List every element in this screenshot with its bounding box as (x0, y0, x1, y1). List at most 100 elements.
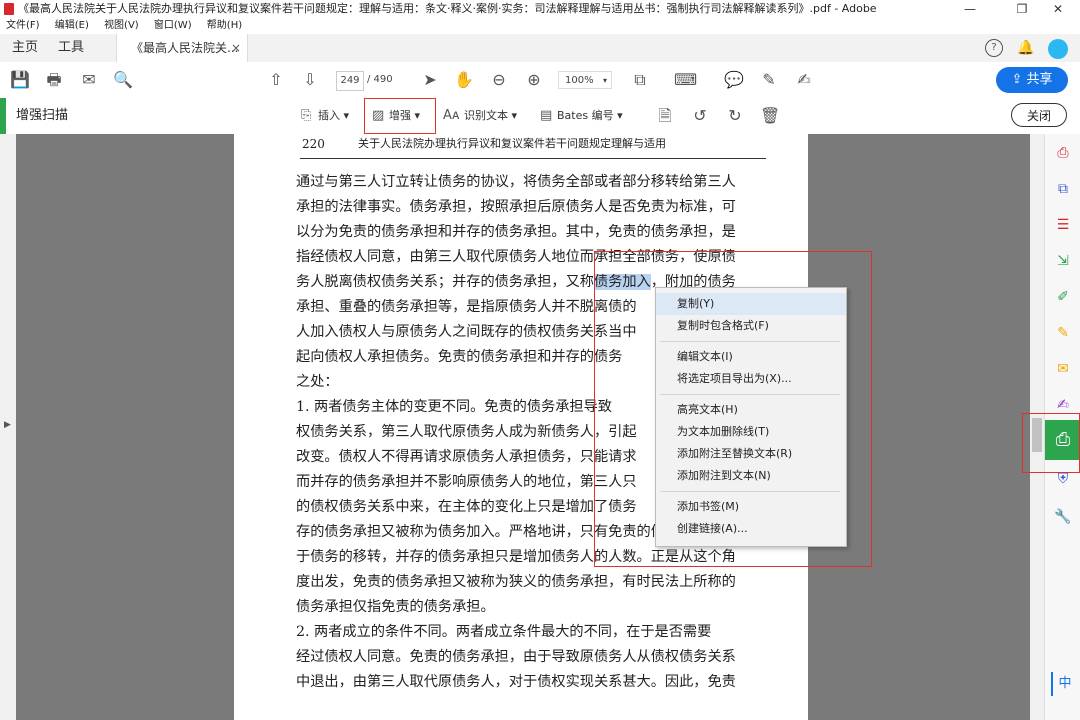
enhance-highlight-box (364, 98, 436, 134)
hand-tool-icon[interactable]: ✋ (454, 70, 474, 90)
rotate-right-icon[interactable]: ↻ (725, 106, 745, 126)
menu-item-add-bookmark[interactable]: 添加书签(M) (656, 496, 846, 518)
text-line[interactable]: 中退出，由第三人取代原债务人，对于债权实现关系甚大。因此，免责 (296, 672, 766, 692)
fill-sign-icon[interactable]: ✎ (1054, 324, 1072, 342)
share-label: 共享 (1026, 72, 1053, 87)
menu-file[interactable]: 文件(F) (6, 20, 40, 31)
text-line[interactable]: 通过与第三人订立转让债务的协议，将债务全部或者部分移转给第三人 (296, 172, 766, 192)
menu-item-add-note[interactable]: 添加附注到文本(N) (656, 465, 846, 487)
zoom-out-icon[interactable]: ⊖ (489, 70, 509, 90)
sign-icon[interactable]: ✍ (794, 70, 814, 90)
avatar[interactable] (1048, 39, 1068, 59)
text-line[interactable]: 2. 两者成立的条件不同。两者成立条件最大的不同，在于是否需要 (296, 622, 766, 642)
rotate-left-icon[interactable]: ↺ (690, 106, 710, 126)
language-indicator[interactable]: 中 (1051, 672, 1077, 696)
search-icon[interactable]: 🔍 (113, 70, 133, 90)
tab-bar: 主页 工具 《最高人民法院关... × ? 🔔 (0, 34, 1080, 63)
left-panel-strip[interactable]: ▶ (0, 134, 16, 720)
text-line-start: 务人脱离债权债务关系；并存的债务承担，又称 (296, 274, 594, 290)
signature-tool-icon[interactable]: ✍ (1054, 396, 1072, 414)
recognize-text-button[interactable]: Aᴀ 识别文本 ▾ (443, 107, 517, 125)
zoom-in-icon[interactable]: ⊕ (524, 70, 544, 90)
close-window-button[interactable]: ✕ (1036, 0, 1080, 18)
menu-item-edit-text[interactable]: 编辑文本(I) (656, 346, 846, 368)
menu-window[interactable]: 窗口(W) (154, 20, 192, 31)
page-search-icon[interactable]: 🗎 (655, 106, 675, 126)
menu-item-strikethrough[interactable]: 为文本加删除线(T) (656, 421, 846, 443)
menu-item-create-link[interactable]: 创建链接(A)... (656, 518, 846, 540)
menu-item-replace-note[interactable]: 添加附注至替换文本(R) (656, 443, 846, 465)
text-line[interactable]: 度出发，免责的债务承担又被称为狭义的债务承担，有时民法上所称的 (296, 572, 766, 592)
menu-separator (660, 491, 840, 492)
document-viewer[interactable]: ▶ 220 关于人民法院办理执行异议和复议案件若干问题规定理解与适用 通过与第三… (0, 134, 1044, 720)
email-icon[interactable]: ✉ (79, 70, 99, 90)
page-layout-icon[interactable]: ⧉ (630, 70, 650, 90)
share-icon: ⇪ (1011, 72, 1023, 87)
delete-icon[interactable]: 🗑 (760, 106, 780, 126)
text-line[interactable]: 承担的法律事实。债务承担，按照承担后原债务人是否免责为标准，可 (296, 197, 766, 217)
help-icon[interactable]: ? (985, 39, 1003, 57)
bates-number-button[interactable]: ▤ Bates 编号 ▾ (540, 107, 623, 125)
export-pdf-icon[interactable]: ⇲ (1054, 252, 1072, 270)
menu-item-copy-with-format[interactable]: 复制时包含格式(F) (656, 315, 846, 337)
zoom-select[interactable]: 100% ▾ (558, 71, 612, 89)
acrobat-app-icon (4, 3, 14, 15)
previous-page-icon[interactable]: ⇧ (266, 70, 286, 90)
keyboard-icon[interactable]: ⌨ (674, 70, 697, 90)
recognize-text-label: 识别文本 (464, 109, 508, 122)
menu-edit[interactable]: 编辑(E) (55, 20, 89, 31)
edit-pdf-icon[interactable]: ✐ (1054, 288, 1072, 306)
tool-name: 增强扫描 (16, 108, 69, 123)
chevron-down-icon: ▾ (602, 76, 607, 85)
select-cursor-icon[interactable]: ➤ (420, 70, 440, 90)
menu-separator (660, 394, 840, 395)
menu-view[interactable]: 视图(V) (104, 20, 139, 31)
menu-bar: 文件(F) 编辑(E) 视图(V) 窗口(W) 帮助(H) (0, 18, 1080, 34)
context-menu: 复制(Y) 复制时包含格式(F) 编辑文本(I) 将选定项目导出为(X)... … (655, 287, 847, 547)
running-header-title: 关于人民法院办理执行异议和复议案件若干问题规定理解与适用 (358, 137, 666, 150)
window-title: 《最高人民法院关于人民法院办理执行异议和复议案件若干问题规定：理解与适用：条文·… (18, 2, 878, 15)
text-line[interactable]: 债务承担仅指免责的债务承担。 (296, 597, 766, 617)
bates-label: Bates 编号 (557, 109, 614, 122)
text-recognition-icon: Aᴀ (443, 108, 460, 123)
print-icon[interactable]: 🖶 (44, 70, 64, 90)
text-line[interactable]: 经过债权人同意。免责的债务承担，由于导致原债务人从债权债务关系 (296, 647, 766, 667)
menu-item-export-selection[interactable]: 将选定项目导出为(X)... (656, 368, 846, 390)
insert-page-icon: ⎘ (301, 108, 312, 123)
notification-bell-icon[interactable]: 🔔 (1017, 40, 1034, 56)
insert-label: 插入 (318, 109, 340, 122)
share-button[interactable]: ⇪ 共享 (996, 67, 1068, 93)
bates-icon: ▤ (540, 108, 553, 123)
tab-document[interactable]: 《最高人民法院关... × (116, 34, 248, 62)
comment-tool-icon[interactable]: ✉ (1054, 360, 1072, 378)
menu-item-copy[interactable]: 复制(Y) (656, 293, 846, 315)
tab-tools[interactable]: 工具 (58, 34, 84, 62)
page-total: / 490 (367, 74, 393, 85)
tool-highlight-box (1022, 413, 1080, 473)
title-bar: 《最高人民法院关于人民法院办理执行异议和复议案件若干问题规定：理解与适用：条文·… (0, 0, 1080, 18)
more-tools-icon[interactable]: 🔧 (1054, 508, 1072, 526)
menu-item-highlight[interactable]: 高亮文本(H) (656, 399, 846, 421)
text-line[interactable]: 以分为免责的债务承担和并存的债务承担。其中，免责的债务承担，是 (296, 222, 766, 242)
insert-button[interactable]: ⎘ 插入 ▾ (301, 107, 349, 125)
main-toolbar: 💾 🖶 ✉ 🔍 ⇧ ⇩ 249 / 490 ➤ ✋ ⊖ ⊕ 100% ▾ ⧉ ⌨… (0, 62, 1080, 99)
page-number-input[interactable]: 249 (336, 71, 364, 91)
expand-panel-icon[interactable]: ▶ (4, 420, 11, 430)
tab-document-label: 《最高人民法院关... (131, 41, 239, 55)
save-icon[interactable]: 💾 (10, 70, 30, 90)
combine-files-icon[interactable]: ⧉ (1054, 180, 1072, 198)
highlight-pen-icon[interactable]: ✎ (759, 70, 779, 90)
create-pdf-icon[interactable]: ⎙ (1054, 144, 1072, 162)
close-tab-icon[interactable]: × (231, 34, 241, 62)
page-number: 220 (302, 137, 325, 151)
next-page-icon[interactable]: ⇩ (300, 70, 320, 90)
active-tool-indicator (0, 98, 6, 134)
zoom-value: 100% (565, 75, 594, 86)
menu-separator (660, 341, 840, 342)
close-tool-button[interactable]: 关闭 (1011, 103, 1067, 127)
organize-pages-icon[interactable]: ☰ (1054, 216, 1072, 234)
tab-home[interactable]: 主页 (12, 34, 38, 62)
comment-icon[interactable]: 💬 (724, 70, 744, 90)
menu-help[interactable]: 帮助(H) (207, 20, 242, 31)
minimize-button[interactable]: — (948, 0, 992, 18)
